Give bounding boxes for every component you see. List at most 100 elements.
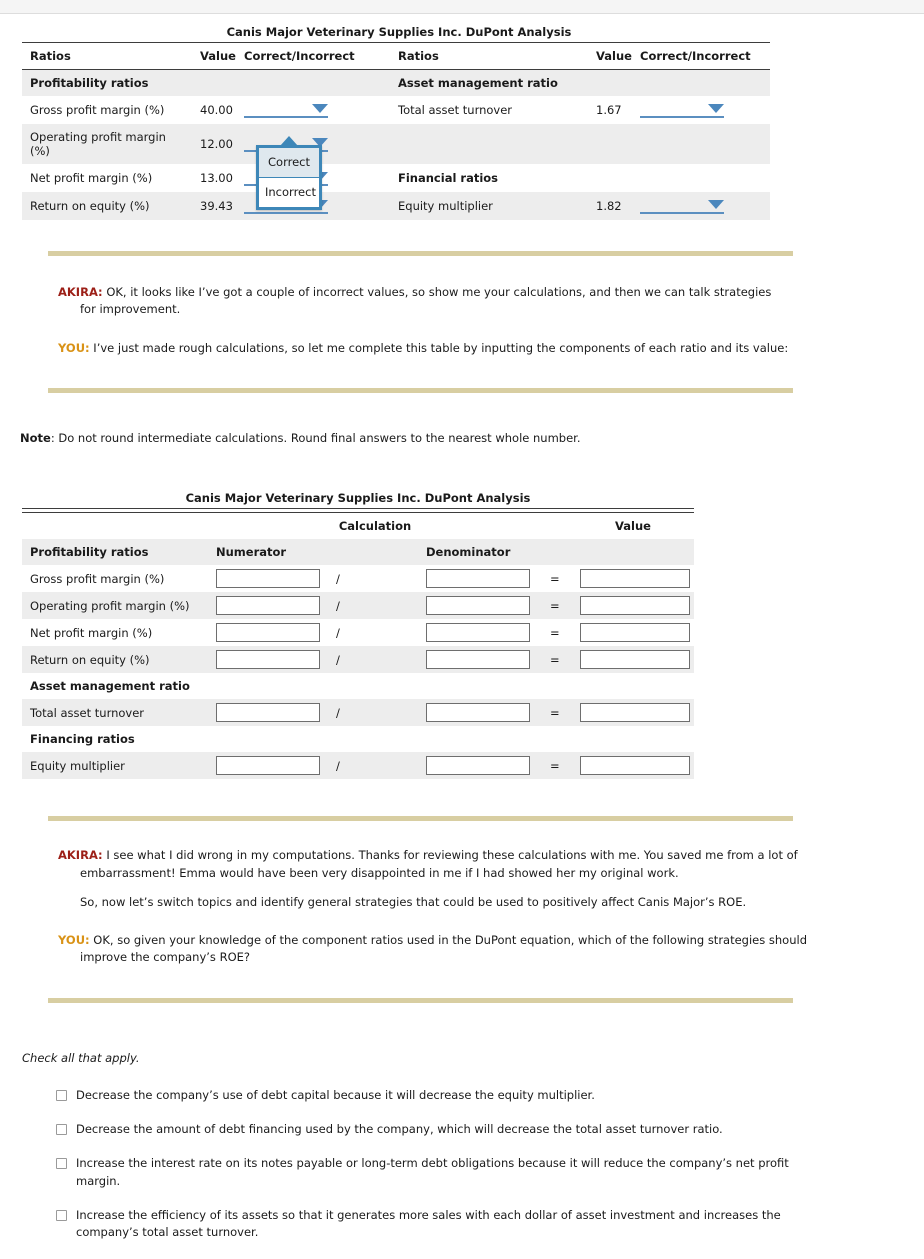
t2-r0-value-cell [572, 565, 694, 593]
denominator-input-total-asset-turnover[interactable] [426, 703, 530, 723]
t2-r1-equals: = [542, 592, 572, 620]
table-row: Profitability ratios Asset management ra… [22, 69, 770, 96]
numerator-input-return-on-equity[interactable] [216, 650, 320, 670]
t2-r3-divide: / [328, 646, 418, 674]
correct-incorrect-dropdown-gross-profit-margin[interactable] [244, 102, 328, 118]
correct-incorrect-dropdown-menu[interactable]: Correct Incorrect [256, 136, 322, 210]
checkbox-option-4[interactable] [56, 1209, 67, 1221]
t1-r0-right-label: Asset management ratio [390, 69, 588, 96]
chevron-down-icon [708, 104, 724, 113]
numerator-input-net-profit-margin[interactable] [216, 623, 320, 643]
table-row-group-financing: Financing ratios [22, 726, 694, 753]
t2-r3-numerator-cell [208, 646, 328, 674]
numerator-input-equity-multiplier[interactable] [216, 756, 320, 776]
t1-r1-left-control [236, 96, 390, 124]
dupont-calculation-table-2-section: Canis Major Veterinary Supplies Inc. DuP… [0, 491, 924, 780]
checkbox-option-2[interactable] [56, 1124, 67, 1135]
note-label: Note [20, 431, 51, 446]
t2-r0-divide: / [328, 565, 418, 593]
t2-r2-denominator-cell [418, 619, 542, 647]
denominator-input-equity-multiplier[interactable] [426, 756, 530, 776]
checkbox-option-1[interactable] [56, 1089, 67, 1101]
t1-r4-right-value: 1.82 [588, 192, 632, 220]
t2-r5-numerator-cell [208, 699, 328, 727]
t2-r7-value-cell [572, 752, 694, 780]
table2: Calculation Value Profitability ratios N… [22, 508, 694, 780]
t2-r7-label: Equity multiplier [22, 752, 208, 780]
note-body: : Do not round intermediate calculations… [50, 431, 581, 446]
value-input-total-asset-turnover[interactable] [580, 703, 690, 723]
numerator-input-gross-profit-margin[interactable] [216, 569, 320, 589]
correct-incorrect-dropdown-equity-multiplier[interactable] [640, 198, 724, 214]
t1-r2-right-control [632, 124, 770, 164]
dropdown-option-incorrect[interactable]: Incorrect [259, 178, 319, 207]
table2-group-header-row: Calculation Value [22, 512, 694, 540]
denominator-input-return-on-equity[interactable] [426, 650, 530, 670]
t2-r5-denominator-cell [418, 699, 542, 727]
t2-r3-equals: = [542, 646, 572, 674]
table2-group-blank [22, 512, 208, 540]
table2-col-denominator: Denominator [418, 539, 694, 566]
t1-r1-right-label: Total asset turnover [390, 96, 588, 124]
table-row: Operating profit margin (%) 12.00 [22, 124, 770, 164]
t1-r4-left-label: Return on equity (%) [22, 192, 192, 220]
table2-column-header-row: Profitability ratios Numerator Denominat… [22, 539, 694, 566]
t2-r0-numerator-cell [208, 565, 328, 593]
value-input-equity-multiplier[interactable] [580, 756, 690, 776]
value-input-return-on-equity[interactable] [580, 650, 690, 670]
checklist-option-2-label: Decrease the amount of debt financing us… [76, 1122, 723, 1136]
t1-r0-left-label: Profitability ratios [22, 69, 192, 96]
value-input-operating-profit-margin[interactable] [580, 596, 690, 616]
dialogue-line-akira-2-cont: So, now let’s switch topics and identify… [0, 894, 924, 911]
checklist-option-2[interactable]: Decrease the amount of debt financing us… [0, 1121, 924, 1138]
t1-r2-right-label [390, 124, 588, 164]
table1-header-value-right: Value [588, 42, 632, 70]
dropdown-option-correct[interactable]: Correct [259, 148, 319, 178]
table2-col-ratios: Profitability ratios [22, 539, 208, 566]
table-row: Gross profit margin (%) / = [22, 565, 694, 593]
t1-r0-left-value [192, 69, 236, 96]
table-row: Total asset turnover / = [22, 699, 694, 727]
t1-r2-left-label: Operating profit margin (%) [22, 124, 192, 164]
checklist-option-1[interactable]: Decrease the company’s use of debt capit… [0, 1087, 924, 1104]
value-input-gross-profit-margin[interactable] [580, 569, 690, 589]
table-row: Return on equity (%) / = [22, 646, 694, 674]
dialogue-block-1: AKIRA: OK, it looks like I’ve got a coup… [0, 256, 924, 357]
t2-r7-equals: = [542, 752, 572, 780]
t1-r3-right-control [632, 164, 770, 192]
t2-r1-divide: / [328, 592, 418, 620]
t2-r7-denominator-cell [418, 752, 542, 780]
table1-header-correct-incorrect-right: Correct/Incorrect [632, 42, 770, 70]
numerator-input-total-asset-turnover[interactable] [216, 703, 320, 723]
t1-r3-right-label: Financial ratios [390, 164, 588, 192]
table-row: Return on equity (%) 39.43 Equity multip… [22, 192, 770, 220]
speaker-label-akira: AKIRA: [58, 285, 103, 299]
numerator-input-operating-profit-margin[interactable] [216, 596, 320, 616]
value-input-net-profit-margin[interactable] [580, 623, 690, 643]
denominator-input-net-profit-margin[interactable] [426, 623, 530, 643]
checklist-option-3[interactable]: Increase the interest rate on its notes … [0, 1155, 924, 1190]
t1-r3-left-label: Net profit margin (%) [22, 164, 192, 192]
correct-incorrect-dropdown-total-asset-turnover[interactable] [640, 102, 724, 118]
t2-r3-value-cell [572, 646, 694, 674]
checkbox-option-3[interactable] [56, 1158, 67, 1170]
table2-title-text: Canis Major Veterinary Supplies Inc. DuP… [185, 491, 531, 506]
t1-r0-right-value [588, 69, 632, 96]
denominator-input-gross-profit-margin[interactable] [426, 569, 530, 589]
t1-r1-left-label: Gross profit margin (%) [22, 96, 192, 124]
t1-r2-right-value [588, 124, 632, 164]
table2-group-blank2 [542, 512, 572, 540]
t2-r2-equals: = [542, 619, 572, 647]
table1-title: Canis Major Veterinary Supplies Inc. DuP… [4, 25, 794, 43]
checklist-option-3-label: Increase the interest rate on its notes … [76, 1156, 789, 1188]
speaker-label-you: YOU: [58, 340, 90, 355]
t2-r5-value-cell [572, 699, 694, 727]
checklist-option-4-label: Increase the efficiency of its assets so… [76, 1207, 781, 1239]
checklist-option-4[interactable]: Increase the efficiency of its assets so… [0, 1207, 924, 1242]
t1-r0-left-control [236, 69, 390, 96]
dialogue-line-akira-1: AKIRA: OK, it looks like I’ve got a coup… [0, 284, 924, 319]
denominator-input-operating-profit-margin[interactable] [426, 596, 530, 616]
t1-r3-right-value [588, 164, 632, 192]
t2-r7-divide: / [328, 752, 418, 780]
chevron-down-icon [312, 104, 328, 113]
